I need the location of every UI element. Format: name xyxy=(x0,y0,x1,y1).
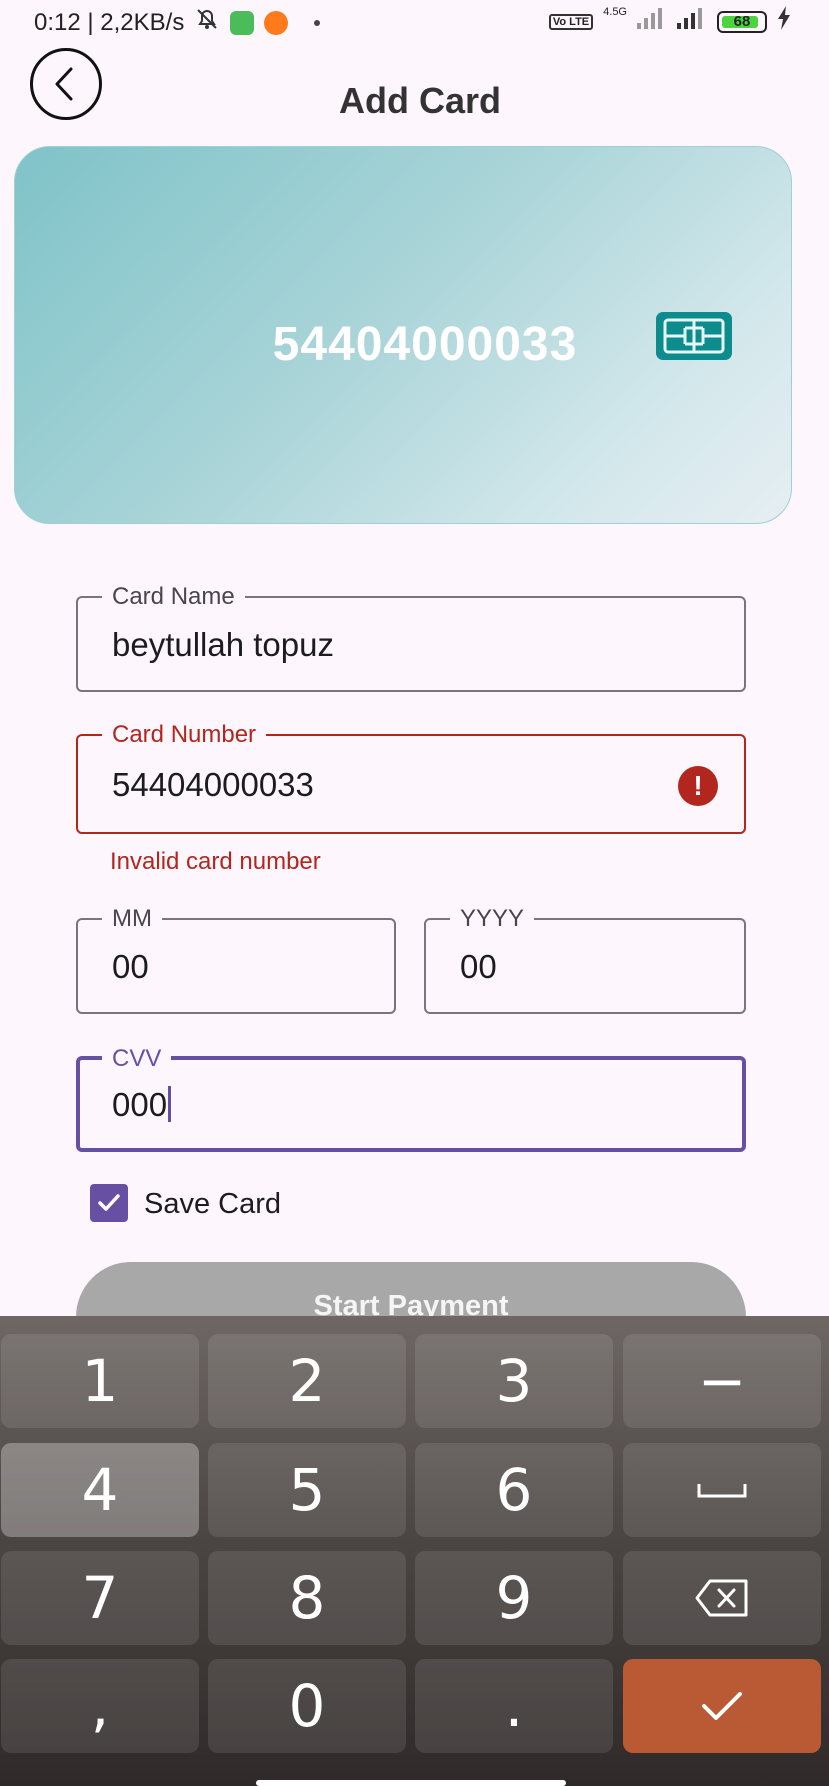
card-number-value: 54404000033 xyxy=(112,766,314,803)
key-8[interactable]: 8 xyxy=(208,1551,406,1645)
volte-icon: Vo LTE xyxy=(548,13,594,30)
year-field[interactable]: YYYY 00 xyxy=(424,906,746,1014)
month-value: 00 xyxy=(112,948,149,985)
more-notifications-icon xyxy=(314,19,321,26)
error-icon: ! xyxy=(678,766,718,806)
text-caret xyxy=(168,1086,172,1122)
charging-icon xyxy=(777,6,791,37)
month-field[interactable]: MM 00 xyxy=(76,906,396,1014)
key-6[interactable]: 6 xyxy=(415,1443,613,1537)
network-type: 4.5G xyxy=(603,6,627,18)
key-minus[interactable]: − xyxy=(623,1334,821,1428)
card-number-error: Invalid card number xyxy=(110,848,321,875)
card-preview: 54404000033 xyxy=(14,146,792,524)
card-number-label: Card Number xyxy=(102,722,267,748)
signal-icon xyxy=(637,7,667,36)
numeric-keyboard: 1 2 3 − 4 5 6 7 8 9 , 0 . xyxy=(0,1316,829,1786)
key-9[interactable]: 9 xyxy=(415,1551,613,1645)
card-chip-icon xyxy=(655,311,733,366)
page-title: Add Card xyxy=(339,80,501,121)
app-notification-icon xyxy=(264,10,289,35)
cvv-label: CVV xyxy=(102,1046,172,1072)
space-icon xyxy=(697,1484,747,1498)
key-period[interactable]: . xyxy=(415,1659,613,1753)
app-notification-icon xyxy=(230,10,255,35)
check-icon xyxy=(98,1194,120,1211)
key-space[interactable] xyxy=(623,1443,821,1537)
key-3[interactable]: 3 xyxy=(415,1334,613,1428)
year-label: YYYY xyxy=(450,906,535,932)
cvv-field[interactable]: CVV 000 xyxy=(76,1046,746,1152)
cvv-value-wrapper: 000 xyxy=(112,1086,172,1124)
month-label: MM xyxy=(102,906,162,932)
key-backspace[interactable] xyxy=(623,1551,821,1645)
home-indicator[interactable] xyxy=(256,1780,566,1786)
card-name-label: Card Name xyxy=(102,584,245,610)
cvv-value: 000 xyxy=(112,1086,168,1123)
card-name-field[interactable]: Card Name beytullah topuz xyxy=(76,584,746,692)
key-comma[interactable]: , xyxy=(1,1659,199,1753)
key-7[interactable]: 7 xyxy=(1,1551,199,1645)
save-card-checkbox[interactable] xyxy=(90,1184,128,1222)
check-icon xyxy=(702,1692,742,1720)
key-0[interactable]: 0 xyxy=(208,1659,406,1753)
key-4[interactable]: 4 xyxy=(1,1443,199,1537)
signal-icon xyxy=(677,7,707,36)
key-done[interactable] xyxy=(623,1659,821,1753)
bell-off-icon xyxy=(194,6,220,39)
key-2[interactable]: 2 xyxy=(208,1334,406,1428)
battery-icon: 68 xyxy=(717,10,767,33)
status-bar: 0:12 | 2,2KB/s Vo LTE 4.5G 68 xyxy=(0,0,829,44)
card-number-field[interactable]: Card Number 54404000033 ! xyxy=(76,722,746,834)
backspace-icon xyxy=(695,1579,748,1617)
save-card-label: Save Card xyxy=(144,1188,282,1220)
year-value: 00 xyxy=(460,948,497,985)
key-5[interactable]: 5 xyxy=(208,1443,406,1537)
key-1[interactable]: 1 xyxy=(1,1334,199,1428)
card-name-value: beytullah topuz xyxy=(112,626,334,663)
status-time: 0:12 | 2,2KB/s xyxy=(34,8,185,36)
